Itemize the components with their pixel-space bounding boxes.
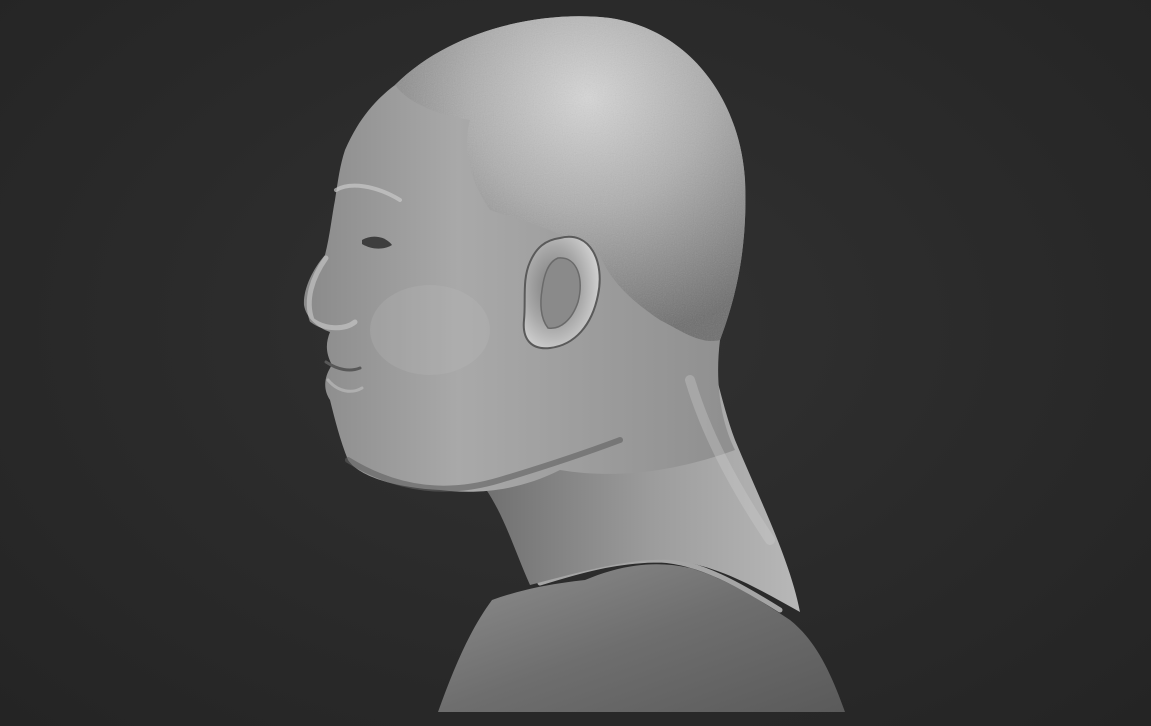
bust-sculpt-render [303,16,845,712]
render-viewport [0,0,1151,726]
cheek-highlight [370,285,490,375]
